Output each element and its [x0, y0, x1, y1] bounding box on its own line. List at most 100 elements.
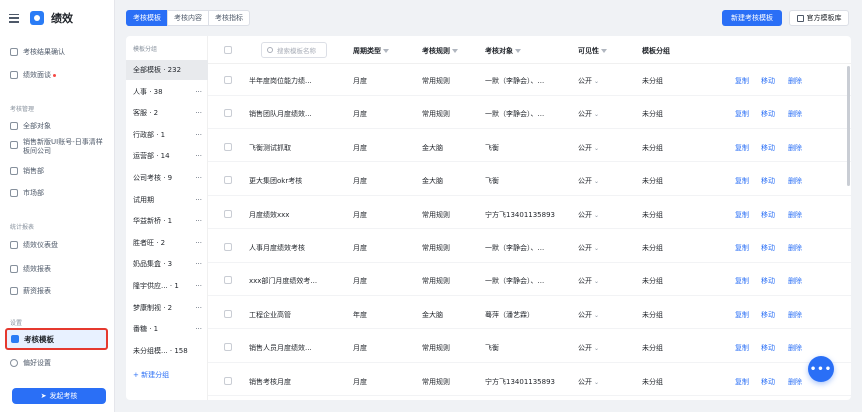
- sidebar-item-salary-report[interactable]: 薪资报表: [10, 286, 51, 296]
- visibility-select[interactable]: 公开 ⌄: [578, 377, 599, 387]
- delete-button[interactable]: 删除: [788, 76, 802, 86]
- add-group-button[interactable]: + 新建分组: [133, 370, 169, 380]
- more-icon[interactable]: ···: [195, 325, 202, 333]
- more-actions-button[interactable]: •••: [808, 356, 834, 382]
- copy-button[interactable]: 复制: [735, 310, 749, 320]
- group-item[interactable]: 梦康制视 · 2 ···: [126, 298, 208, 318]
- official-library-button[interactable]: 官方模板库: [789, 10, 849, 26]
- more-icon[interactable]: ···: [195, 88, 202, 96]
- visibility-select[interactable]: 公开 ⌄: [578, 176, 599, 186]
- group-item[interactable]: 行政部 · 1 ···: [126, 125, 208, 145]
- column-rule[interactable]: 考核规则: [422, 46, 458, 56]
- row-checkbox[interactable]: [224, 376, 232, 385]
- copy-button[interactable]: 复制: [735, 176, 749, 186]
- more-icon[interactable]: ···: [195, 109, 202, 117]
- table-row[interactable]: 人事月度绩效考核 月度 常用规则 一默（李静会）、... 未分组 公开 ⌄ 复制 移动 删除: [208, 231, 851, 263]
- visibility-select[interactable]: 公开 ⌄: [578, 109, 599, 119]
- column-visibility[interactable]: 可见性: [578, 46, 607, 56]
- sidebar-item-sales-dept[interactable]: 销售部: [10, 166, 44, 176]
- move-button[interactable]: 移动: [761, 176, 775, 186]
- row-checkbox[interactable]: [224, 209, 232, 218]
- copy-button[interactable]: 复制: [735, 76, 749, 86]
- sidebar-item-result-confirm[interactable]: 考核结果确认: [10, 47, 65, 57]
- table-row[interactable]: xxx部门月度绩效考... 月度 常用规则 一默（李静会）、... 未分组 公开 ⌄ 复制 移动…: [208, 264, 851, 296]
- group-item[interactable]: 未分组模... · 158: [126, 341, 208, 361]
- sidebar-item-preferences[interactable]: 偏好设置: [10, 358, 51, 368]
- row-checkbox[interactable]: [224, 276, 232, 285]
- sidebar-item-market-dept[interactable]: 市场部: [10, 188, 44, 198]
- row-checkbox[interactable]: [224, 76, 232, 84]
- delete-button[interactable]: 删除: [788, 377, 802, 387]
- column-period[interactable]: 周期类型: [353, 46, 389, 56]
- visibility-select[interactable]: 公开 ⌄: [578, 210, 599, 220]
- copy-button[interactable]: 复制: [735, 210, 749, 220]
- move-button[interactable]: 移动: [761, 76, 775, 86]
- copy-button[interactable]: 复制: [735, 276, 749, 286]
- tab-content[interactable]: 考核内容: [167, 10, 209, 26]
- more-icon[interactable]: ···: [195, 174, 202, 182]
- move-button[interactable]: 移动: [761, 377, 775, 387]
- sidebar-item-all-objects[interactable]: 全部对象: [10, 121, 51, 131]
- move-button[interactable]: 移动: [761, 109, 775, 119]
- table-row[interactable]: 更大集团okr考核 月度 金大脑 飞衡 未分组 公开 ⌄ 复制 移动 删除: [208, 164, 851, 196]
- tab-template[interactable]: 考核模板: [126, 10, 168, 26]
- select-all-checkbox[interactable]: [224, 46, 232, 54]
- table-row[interactable]: 销售考核月度 月度 常用规则 宁方飞13401135893 未分组 公开 ⌄ 复制 移动 删除: [208, 365, 851, 397]
- menu-icon[interactable]: [9, 13, 19, 23]
- sidebar-item-sales-company[interactable]: 销售新版UI账号-日事清样板间公司: [10, 138, 110, 156]
- delete-button[interactable]: 删除: [788, 109, 802, 119]
- filter-icon[interactable]: [601, 49, 607, 53]
- more-icon[interactable]: ···: [195, 239, 202, 247]
- table-row[interactable]: 工程企业高管 年度 金大脑 蓦萍（潘艺霖） 未分组 公开 ⌄ 复制 移动 删除: [208, 298, 851, 330]
- group-item[interactable]: 公司考核 · 9 ···: [126, 168, 208, 188]
- visibility-select[interactable]: 公开 ⌄: [578, 76, 599, 86]
- table-row[interactable]: 销售团队月度绩效... 月度 常用规则 一默（李静会）、... 未分组 公开 ⌄ 复制 移动 删除: [208, 97, 851, 129]
- visibility-select[interactable]: 公开 ⌄: [578, 276, 599, 286]
- more-icon[interactable]: ···: [195, 282, 202, 290]
- move-button[interactable]: 移动: [761, 343, 775, 353]
- filter-icon[interactable]: [515, 49, 521, 53]
- group-item[interactable]: 奶品集盒 · 3 ···: [126, 254, 208, 274]
- visibility-select[interactable]: 公开 ⌄: [578, 343, 599, 353]
- move-button[interactable]: 移动: [761, 243, 775, 253]
- sidebar-item-dashboard[interactable]: 绩效仪表盘: [10, 240, 58, 250]
- sidebar-item-interview[interactable]: 绩效面谈: [10, 70, 56, 80]
- group-item[interactable]: 全部模板 · 232: [126, 60, 208, 80]
- visibility-select[interactable]: 公开 ⌄: [578, 143, 599, 153]
- group-item[interactable]: 客服 · 2 ···: [126, 103, 208, 123]
- search-input[interactable]: 搜索模板名称: [261, 42, 327, 58]
- table-row[interactable]: 半年度岗位能力绩... 月度 常用规则 一默（李静会）、... 未分组 公开 ⌄ 复制 移动 删除: [208, 64, 851, 96]
- delete-button[interactable]: 删除: [788, 276, 802, 286]
- row-checkbox[interactable]: [224, 243, 232, 251]
- copy-button[interactable]: 复制: [735, 343, 749, 353]
- group-item[interactable]: 番糖 · 1 ···: [126, 319, 208, 339]
- delete-button[interactable]: 删除: [788, 210, 802, 220]
- sidebar-item-perf-report[interactable]: 绩效报表: [10, 264, 51, 274]
- group-item[interactable]: 华益新桥 · 1 ···: [126, 211, 208, 231]
- group-item[interactable]: 隆宇供应... · 1 ···: [126, 276, 208, 296]
- column-target[interactable]: 考核对象: [485, 46, 521, 56]
- move-button[interactable]: 移动: [761, 210, 775, 220]
- new-template-button[interactable]: 新建考核模板: [722, 10, 782, 26]
- move-button[interactable]: 移动: [761, 143, 775, 153]
- row-checkbox[interactable]: [224, 142, 232, 151]
- delete-button[interactable]: 删除: [788, 343, 802, 353]
- launch-review-button[interactable]: ➤ 发起考核: [12, 388, 106, 404]
- copy-button[interactable]: 复制: [735, 377, 749, 387]
- more-icon[interactable]: ···: [195, 217, 202, 225]
- more-icon[interactable]: ···: [195, 196, 202, 204]
- row-checkbox[interactable]: [224, 109, 232, 118]
- group-item[interactable]: 人事 · 38 ···: [126, 82, 208, 102]
- filter-icon[interactable]: [452, 49, 458, 53]
- table-row[interactable]: 飞衡测试抓取 月度 金大脑 飞衡 未分组 公开 ⌄ 复制 移动 删除: [208, 131, 851, 163]
- tab-indicator[interactable]: 考核指标: [208, 10, 250, 26]
- visibility-select[interactable]: 公开 ⌄: [578, 310, 599, 320]
- visibility-select[interactable]: 公开 ⌄: [578, 243, 599, 253]
- row-checkbox[interactable]: [224, 343, 232, 352]
- more-icon[interactable]: ···: [195, 304, 202, 312]
- more-icon[interactable]: ···: [195, 152, 202, 160]
- table-row[interactable]: 销售人员月度绩效... 月度 常用规则 飞衡 未分组 公开 ⌄ 复制 移动 删除: [208, 331, 851, 363]
- row-checkbox[interactable]: [224, 309, 232, 318]
- filter-icon[interactable]: [383, 49, 389, 53]
- copy-button[interactable]: 复制: [735, 243, 749, 253]
